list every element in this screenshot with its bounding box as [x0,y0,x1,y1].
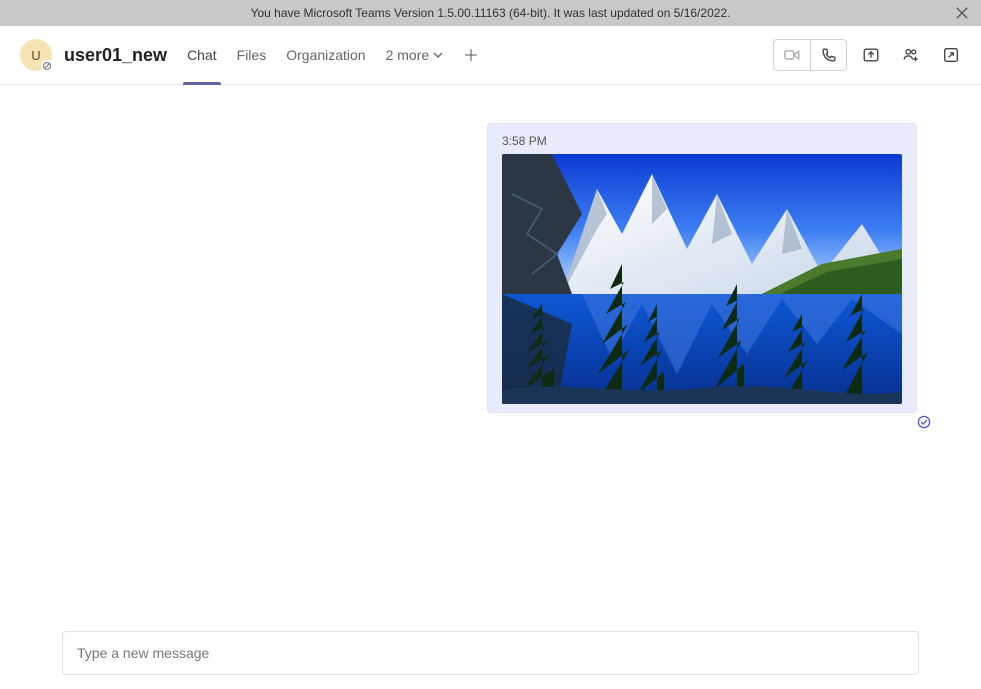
video-call-button[interactable] [774,40,810,70]
tab-more[interactable]: 2 more [376,26,454,84]
tab-organization-label: Organization [286,47,365,63]
chat-header: U user01_new Chat Files Organization 2 m… [0,26,981,85]
close-icon [955,6,969,20]
tab-organization[interactable]: Organization [276,26,375,84]
version-notification-bar: You have Microsoft Teams Version 1.5.00.… [0,0,981,26]
presence-indicator [41,60,53,72]
popout-button[interactable] [935,40,967,70]
message-timestamp: 3:58 PM [496,132,908,154]
audio-call-button[interactable] [810,40,846,70]
add-people-button[interactable] [895,40,927,70]
tab-more-label: 2 more [386,47,430,63]
chat-messages-area: 3:58 PM [0,85,981,631]
popout-icon [942,46,960,64]
people-add-icon [902,46,920,64]
message-input[interactable] [77,645,904,661]
notification-close-button[interactable] [953,4,971,22]
plus-icon [463,47,479,63]
add-tab-button[interactable] [453,26,489,84]
share-screen-icon [862,46,880,64]
tab-files-label: Files [237,47,267,63]
header-tabs: Chat Files Organization 2 more [177,26,489,84]
tab-files[interactable]: Files [227,26,277,84]
phone-icon [820,46,838,64]
call-button-group [773,39,847,71]
message-image-attachment[interactable] [502,154,902,404]
version-notification-text: You have Microsoft Teams Version 1.5.00.… [251,6,731,20]
share-screen-button[interactable] [855,40,887,70]
tab-chat[interactable]: Chat [177,26,227,84]
presence-offline-icon [42,61,52,71]
avatar-initial: U [31,48,40,63]
read-receipt [917,415,931,434]
tab-chat-label: Chat [187,47,217,63]
video-icon [783,46,801,64]
avatar[interactable]: U [20,39,52,71]
chat-title: user01_new [64,45,167,66]
outgoing-message[interactable]: 3:58 PM [487,123,917,413]
chevron-down-icon [433,50,443,60]
composer-row [0,631,981,689]
read-receipt-icon [917,415,931,429]
header-actions [773,39,967,71]
message-composer[interactable] [62,631,919,675]
